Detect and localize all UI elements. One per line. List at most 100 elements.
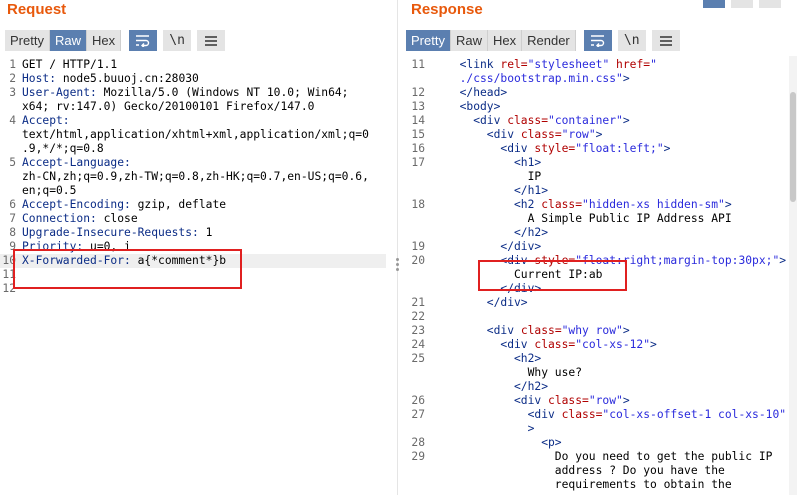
code-token: requirements to obtain the — [554, 478, 732, 491]
line-number: 2 — [9, 72, 16, 85]
line-number: 3 — [9, 86, 16, 99]
line-number: 4 — [9, 114, 16, 127]
wrap-icon[interactable] — [583, 30, 612, 51]
code-line: Accept-Language: — [22, 156, 131, 170]
code-token: User-Agent: — [22, 86, 97, 99]
line-number: 16 — [411, 142, 425, 155]
code-line: User-Agent: Mozilla/5.0 (Windows NT 10.0… — [22, 86, 348, 100]
code-line: <p> — [541, 436, 561, 450]
code-line: Host: node5.buuoj.cn:28030 — [22, 72, 199, 86]
code-token: Why use? — [527, 366, 583, 379]
code-token: address ? Do you have the — [554, 464, 725, 477]
response-scrollbar[interactable] — [789, 56, 797, 495]
code-line: </h2> — [514, 380, 548, 394]
response-title: Response — [411, 1, 483, 18]
response-highlight-box — [478, 260, 627, 291]
menu-icon[interactable] — [651, 30, 680, 51]
code-token: </div> — [486, 296, 528, 309]
code-token: .9,*/*;q=0.8 — [22, 142, 104, 155]
code-line: <h2 class="hidden-xs hidden-sm"> — [514, 198, 732, 212]
response-view-pretty-button[interactable]: Pretty — [406, 30, 451, 51]
code-token: text/html,application/xhtml+xml,applicat… — [22, 128, 369, 141]
code-token: > — [622, 72, 630, 85]
response-view-raw-button[interactable]: Raw — [450, 30, 488, 51]
code-token: </h2> — [514, 226, 549, 239]
drag-handle-icon[interactable] — [396, 258, 400, 272]
code-token: > — [779, 254, 787, 267]
code-token: IP — [527, 170, 542, 183]
newline-icon[interactable]: \n — [617, 30, 646, 51]
code-token: Connection: — [22, 212, 97, 225]
response-view-hex-button[interactable]: Hex — [487, 30, 523, 51]
code-line: <div class="col-xs-12"> — [500, 338, 656, 352]
line-number: 18 — [411, 198, 425, 211]
code-token: "container" — [548, 114, 623, 127]
line-number: 27 — [411, 408, 425, 421]
layout-split-icon[interactable] — [703, 0, 725, 8]
line-number: 13 — [411, 100, 425, 113]
scrollbar-thumb[interactable] — [790, 92, 796, 202]
code-token: Host: — [22, 72, 57, 85]
code-line: <div class="container"> — [473, 114, 629, 128]
line-number: 24 — [411, 338, 425, 351]
code-line: x64; rv:147.0) Gecko/20100101 Firefox/14… — [22, 100, 314, 114]
code-token: <p> — [541, 436, 562, 449]
code-line: Accept: — [22, 114, 70, 128]
code-line: zh-CN,zh;q=0.9,zh-TW;q=0.8,zh-HK;q=0.7,e… — [22, 170, 369, 184]
code-token: > — [724, 198, 732, 211]
line-number: 12 — [411, 86, 425, 99]
code-token: </h2> — [514, 380, 549, 393]
code-token: "row" — [561, 128, 596, 141]
pane-divider[interactable] — [397, 0, 398, 495]
code-token: <h2> — [514, 352, 542, 365]
code-token: <div — [486, 324, 521, 337]
code-token: <body> — [459, 100, 501, 113]
code-line: <h1> — [514, 156, 541, 170]
code-token: <div — [486, 128, 521, 141]
menu-icon[interactable] — [197, 30, 226, 51]
code-line: en;q=0.5 — [22, 184, 76, 198]
code-token: > — [622, 114, 630, 127]
code-line: <div class="row"> — [487, 128, 603, 142]
code-line: > — [528, 422, 535, 436]
code-token: Mozilla/5.0 (Windows NT 10.0; Win64; — [96, 86, 349, 99]
line-number: 19 — [411, 240, 425, 253]
request-view-raw-button[interactable]: Raw — [49, 30, 87, 51]
layout-single-icon[interactable] — [759, 0, 781, 8]
line-number: 20 — [411, 254, 425, 267]
code-token: Do you need to get the public IP — [554, 450, 773, 463]
code-line: </h2> — [514, 226, 548, 240]
code-line: <link rel="stylesheet" href=" — [460, 58, 657, 72]
code-line: IP — [528, 170, 542, 184]
code-line: </div> — [500, 240, 541, 254]
code-line: <body> — [460, 100, 501, 114]
line-number: 8 — [9, 226, 16, 239]
response-toolbar: Pretty Raw Hex Render \n — [406, 30, 680, 51]
code-token: class= — [534, 338, 576, 351]
line-number: 6 — [9, 198, 16, 211]
wrap-icon[interactable] — [129, 30, 158, 51]
request-view-pretty-button[interactable]: Pretty — [5, 30, 50, 51]
code-token: <div — [473, 114, 508, 127]
code-token: href= — [616, 58, 651, 71]
code-token: " — [650, 58, 657, 71]
layout-horizontal-icon[interactable] — [731, 0, 753, 8]
code-token: class= — [520, 324, 562, 337]
request-view-hex-button[interactable]: Hex — [86, 30, 122, 51]
code-token: en;q=0.5 — [22, 184, 77, 197]
code-token: <div — [500, 142, 535, 155]
code-token: "float:left;" — [575, 142, 664, 155]
code-token: > — [650, 338, 657, 351]
code-token: </h1> — [514, 184, 549, 197]
newline-icon[interactable]: \n — [163, 30, 192, 51]
line-number: 22 — [411, 310, 425, 323]
line-number: 28 — [411, 436, 425, 449]
response-view-render-button[interactable]: Render — [522, 30, 576, 51]
code-token: A Simple Public IP Address API — [527, 212, 732, 225]
code-token: node5.buuoj.cn:28030 — [56, 72, 199, 85]
code-token: "col-xs-offset-1 col-xs-10" — [602, 408, 787, 421]
code-token: <h2 — [514, 198, 542, 211]
line-number: 5 — [9, 156, 16, 169]
code-line: Upgrade-Insecure-Requests: 1 — [22, 226, 212, 240]
code-token: 1 — [198, 226, 213, 239]
